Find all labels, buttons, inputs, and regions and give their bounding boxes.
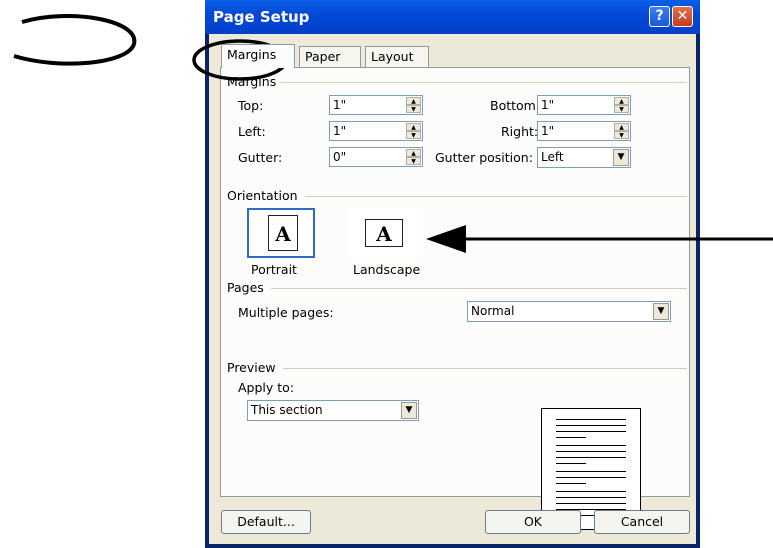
gutter-position-select[interactable]: Left ▼ [537, 147, 631, 168]
right-value: 1" [541, 124, 555, 138]
bottom-spinner[interactable]: 1" ▲ ▼ [537, 95, 631, 115]
portrait-option[interactable]: A [247, 208, 315, 258]
preview-line [556, 425, 626, 426]
annotation-ellipse-left [13, 14, 137, 66]
pages-group-label: Pages [227, 280, 268, 295]
preview-line [556, 483, 586, 484]
help-button[interactable]: ? [649, 6, 670, 27]
ok-button[interactable]: OK [485, 510, 581, 534]
multiple-pages-value: Normal [471, 304, 515, 318]
annotation-arrow [426, 225, 773, 253]
top-value: 1" [333, 98, 347, 112]
preview-line [556, 451, 626, 452]
left-label: Left: [238, 124, 266, 139]
preview-line [556, 463, 586, 464]
bottom-value: 1" [541, 98, 555, 112]
preview-line [556, 491, 626, 492]
spin-down-icon[interactable]: ▼ [614, 105, 629, 113]
gutter-position-value: Left [541, 150, 564, 164]
preview-line [556, 497, 626, 498]
spin-down-icon[interactable]: ▼ [406, 105, 421, 113]
margins-tab-panel: Margins Top: 1" ▲ ▼ Bottom: 1" ▲ ▼ Left:… [220, 67, 690, 530]
spin-up-icon[interactable]: ▲ [614, 123, 629, 131]
portrait-page-icon: A [268, 215, 298, 251]
dialog-body: Margins Paper Layout Margins Top: 1" ▲ ▼… [209, 34, 696, 544]
apply-to-value: This section [251, 403, 323, 417]
preview-group-label: Preview [227, 360, 280, 375]
landscape-label: Landscape [353, 262, 421, 277]
preview-line [556, 445, 626, 446]
orientation-group-label: Orientation [227, 188, 302, 203]
top-spinner[interactable]: 1" ▲ ▼ [329, 95, 423, 115]
gutter-spinner[interactable]: 0" ▲ ▼ [329, 147, 423, 167]
spin-down-icon[interactable]: ▼ [614, 131, 629, 139]
default-button[interactable]: Default... [221, 510, 311, 534]
right-spinner[interactable]: 1" ▲ ▼ [537, 121, 631, 141]
chevron-down-icon[interactable]: ▼ [401, 402, 417, 419]
top-label: Top: [238, 98, 264, 113]
preview-line [556, 431, 626, 432]
apply-to-label: Apply to: [238, 380, 295, 395]
bottom-label: Bottom: [490, 98, 541, 113]
spin-up-icon[interactable]: ▲ [614, 97, 629, 105]
close-button[interactable]: ✕ [672, 6, 693, 27]
left-value: 1" [333, 124, 347, 138]
preview-group-line [283, 368, 687, 369]
gutter-position-label: Gutter position: [435, 150, 533, 165]
spin-down-icon[interactable]: ▼ [406, 131, 421, 139]
right-label: Right: [501, 124, 539, 139]
portrait-label: Portrait [251, 262, 297, 277]
window-title: Page Setup [213, 8, 310, 26]
preview-line [556, 457, 626, 458]
preview-line [556, 477, 626, 478]
pages-group-line [271, 288, 687, 289]
spin-up-icon[interactable]: ▲ [406, 123, 421, 131]
spin-up-icon[interactable]: ▲ [406, 97, 421, 105]
margins-group-line [277, 82, 687, 83]
chevron-down-icon[interactable]: ▼ [613, 149, 629, 166]
apply-to-select[interactable]: This section ▼ [247, 400, 419, 421]
preview-line [556, 503, 626, 504]
spin-up-icon[interactable]: ▲ [406, 149, 421, 157]
spin-down-icon[interactable]: ▼ [406, 157, 421, 165]
tab-paper[interactable]: Paper [299, 46, 361, 68]
landscape-option[interactable]: A [349, 208, 417, 258]
multiple-pages-label: Multiple pages: [238, 305, 334, 320]
gutter-value: 0" [333, 150, 347, 164]
landscape-page-icon: A [365, 219, 403, 247]
cancel-button[interactable]: Cancel [594, 510, 690, 534]
preview-line [556, 419, 626, 420]
preview-line [556, 437, 586, 438]
multiple-pages-select[interactable]: Normal ▼ [467, 301, 671, 322]
preview-line [556, 471, 626, 472]
orientation-group-line [305, 196, 687, 197]
left-spinner[interactable]: 1" ▲ ▼ [329, 121, 423, 141]
chevron-down-icon[interactable]: ▼ [653, 303, 669, 320]
gutter-label: Gutter: [238, 150, 283, 165]
tab-margins[interactable]: Margins [221, 44, 295, 68]
title-bar[interactable]: Page Setup ? ✕ [205, 0, 700, 34]
tab-layout[interactable]: Layout [365, 46, 429, 68]
